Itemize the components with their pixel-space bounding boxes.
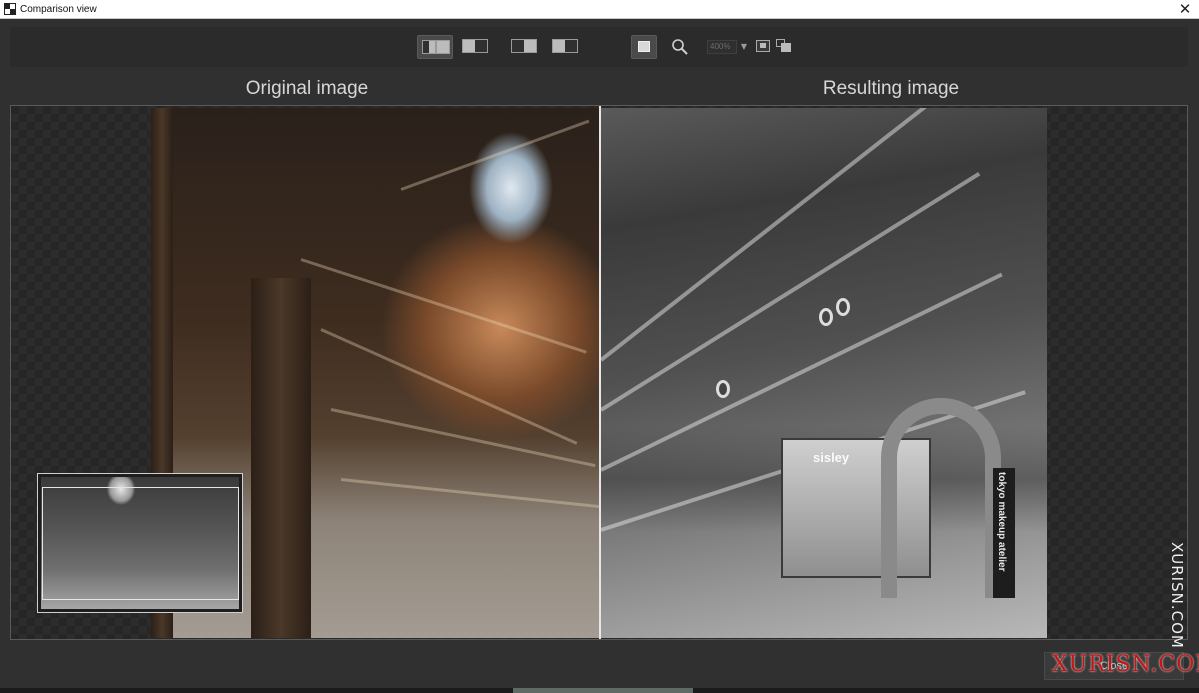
- side-by-side-right-button[interactable]: [548, 35, 582, 59]
- zoom-dropdown-arrow[interactable]: ▼: [738, 40, 750, 54]
- app-icon: [4, 3, 16, 15]
- status-progress-segment: [513, 688, 693, 693]
- porthole-light: [819, 308, 833, 326]
- comparison-canvas[interactable]: sisley tokyo makeup atelier: [10, 105, 1188, 640]
- porthole-light: [836, 298, 850, 316]
- actual-size-icon[interactable]: [776, 39, 792, 53]
- resulting-image-title: Resulting image: [822, 78, 960, 99]
- single-view-icon: [638, 41, 650, 52]
- zoom-button[interactable]: [667, 35, 693, 59]
- magnifier-icon: [672, 39, 688, 55]
- split-view-icon: [462, 39, 488, 53]
- comparison-divider-handle[interactable]: [599, 106, 601, 639]
- single-view-button[interactable]: [631, 35, 657, 59]
- watermark-bottom: XURISN.COM: [1052, 652, 1199, 677]
- original-image-title: Original image: [245, 78, 369, 99]
- porthole-light: [716, 380, 730, 398]
- comparison-window: Comparison view ✕ 400% ▼ Original image …: [0, 0, 1199, 693]
- watermark-vertical: XURISN.COM: [1168, 542, 1186, 649]
- navigator-viewport-frame[interactable]: [42, 487, 239, 600]
- status-bar: [0, 688, 1199, 693]
- title-bar: Comparison view ✕: [0, 0, 1199, 19]
- split-horizontal-button[interactable]: [458, 35, 492, 59]
- split-view-icon: [436, 40, 450, 54]
- split-view-icon: [552, 39, 578, 53]
- navigator-thumbnail[interactable]: [37, 473, 243, 613]
- fit-to-window-icon[interactable]: [756, 40, 770, 52]
- window-title: Comparison view: [20, 4, 97, 15]
- toolbar: 400% ▼: [10, 27, 1188, 67]
- split-view-icon: [511, 39, 537, 53]
- split-vertical-button[interactable]: [417, 35, 453, 59]
- vertical-store-sign: tokyo makeup atelier: [996, 472, 1007, 572]
- arch-structure: [881, 398, 1001, 598]
- split-view-icon: [422, 40, 436, 54]
- shop-sign: sisley: [813, 450, 850, 465]
- side-by-side-left-button[interactable]: [507, 35, 541, 59]
- resulting-photo: sisley tokyo makeup atelier: [601, 108, 1047, 638]
- close-window-button[interactable]: ✕: [1177, 1, 1193, 17]
- zoom-level-input[interactable]: 400%: [707, 40, 737, 54]
